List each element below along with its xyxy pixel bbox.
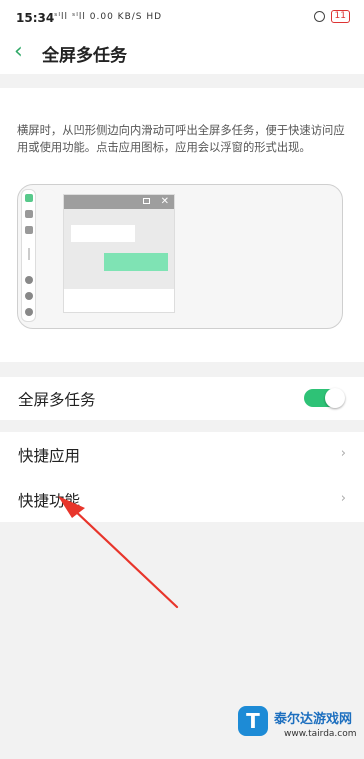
watermark-name: 泰尔达游戏网 xyxy=(274,712,353,727)
red-arrow-annotation xyxy=(58,496,179,609)
watermark-logo-icon: T xyxy=(238,706,268,736)
watermark-url: www.tairda.com xyxy=(284,729,357,739)
watermark-logo: T 泰尔达游戏网 www.tairda.com xyxy=(232,700,364,759)
